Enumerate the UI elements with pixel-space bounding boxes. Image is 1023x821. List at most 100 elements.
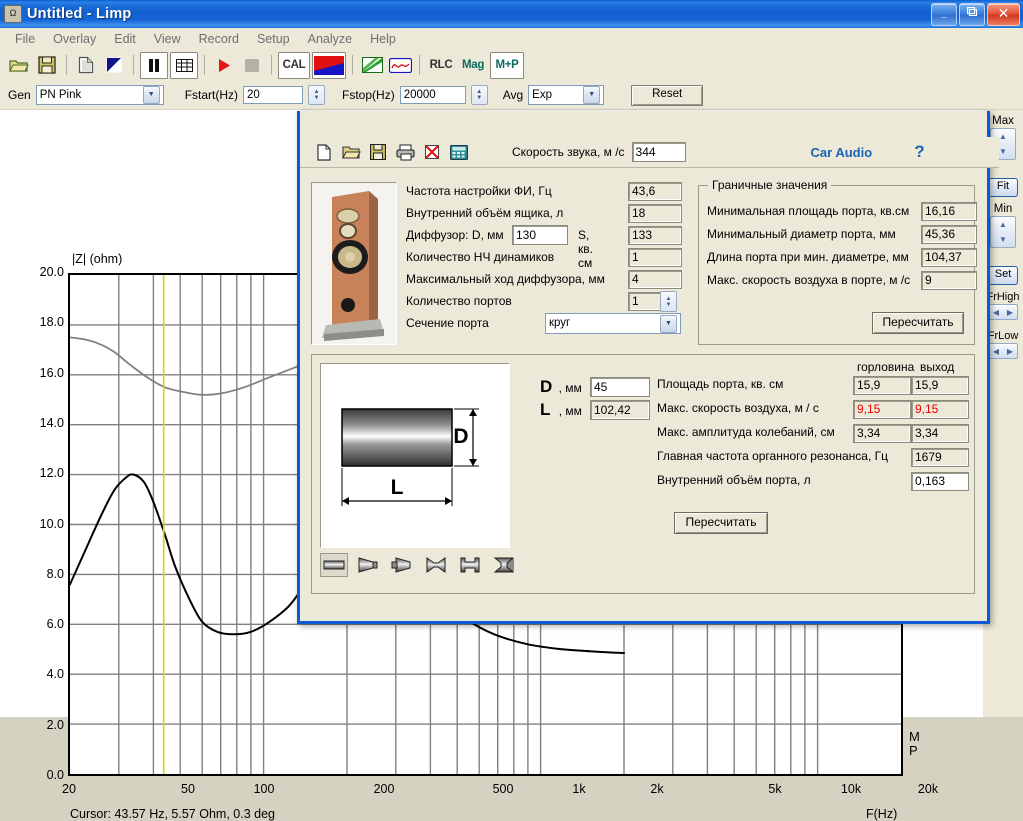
open-folder-icon[interactable]: [339, 141, 363, 163]
box-volume-input[interactable]: 18: [628, 204, 682, 223]
s-area-input[interactable]: 133: [628, 226, 682, 245]
limit-max-air-speed-value[interactable]: 9: [921, 271, 977, 290]
max-excursion-input[interactable]: 4: [628, 270, 682, 289]
mp-button[interactable]: M+P: [490, 51, 524, 79]
red-blue-icon[interactable]: [312, 51, 346, 79]
fit-button[interactable]: Fit: [988, 178, 1018, 197]
mag-button[interactable]: Mag: [458, 53, 488, 78]
l-dimension-label: L: [540, 400, 551, 419]
toolbar-separator: [419, 55, 420, 75]
port-dimension-inputs: D , мм 45 L , мм 102,42: [540, 377, 650, 423]
menu-item-file[interactable]: File: [6, 30, 44, 48]
y-tick: 8.0: [46, 566, 64, 581]
new-file-icon[interactable]: [312, 141, 336, 163]
results-organ-resonance-value: 1679: [911, 448, 969, 467]
x-tick: 10k: [840, 782, 862, 796]
l-dimension-input[interactable]: 102,42: [590, 400, 650, 420]
rlc-button[interactable]: RLC: [426, 53, 456, 78]
fstart-input[interactable]: 20: [243, 86, 304, 104]
table-icon[interactable]: [170, 51, 198, 79]
set-button[interactable]: Set: [988, 266, 1018, 285]
toolbar-separator: [66, 55, 67, 75]
param-label-max-excursion: Максимальный ход диффузора, мм: [406, 272, 605, 286]
x-tick: 2k: [650, 782, 664, 796]
menu-item-setup[interactable]: Setup: [248, 30, 299, 48]
pause-icon[interactable]: [140, 51, 168, 79]
reset-button[interactable]: Reset: [631, 84, 704, 106]
play-icon[interactable]: [211, 53, 237, 78]
results-col-outlet-header: выход: [920, 360, 955, 374]
d-dimension-label: D: [540, 377, 553, 396]
save-icon[interactable]: [34, 53, 60, 78]
results-row-port-volume: Внутренний объём порта, л 0,163: [657, 472, 969, 497]
results-recalculate-button[interactable]: Пересчитать: [674, 512, 768, 534]
print-icon[interactable]: [393, 141, 417, 163]
x-tick: 50: [181, 782, 195, 796]
frlow-stepper[interactable]: ◀ ▶: [988, 343, 1018, 359]
x-tick: 200: [373, 782, 395, 796]
mp-corner-label: M P: [909, 730, 920, 758]
param-label-diffuser-d: Диффузор: D, мм: [406, 228, 504, 242]
limit-port-length-value: 104,37: [921, 248, 977, 267]
y-tick: 16.0: [39, 365, 64, 380]
port-diagram-panel: D L: [320, 363, 510, 548]
stop-icon[interactable]: [239, 53, 265, 78]
diffuser-d-input[interactable]: 130: [512, 225, 568, 245]
limp-window-title: Untitled - Limp: [27, 6, 132, 22]
maximize-button[interactable]: [959, 3, 985, 26]
calculator-icon[interactable]: [447, 141, 471, 163]
avg-value: Exp: [532, 89, 552, 101]
fstop-stepper[interactable]: ▲ ▼: [470, 85, 488, 105]
green-diagonal-icon[interactable]: [359, 53, 385, 78]
x-axis-tick-labels: 20 50 100 200 500 1k 2k 5k 10k 20k: [0, 782, 1023, 800]
limits-recalculate-button[interactable]: Пересчитать: [872, 312, 964, 334]
min-stepper[interactable]: ▲ ▼: [990, 216, 1016, 248]
fstart-stepper[interactable]: ▲ ▼: [308, 85, 326, 105]
menu-item-edit[interactable]: Edit: [105, 30, 145, 48]
waveform-icon[interactable]: [387, 53, 413, 78]
frhigh-stepper[interactable]: ◀ ▶: [988, 304, 1018, 320]
sound-speed-input[interactable]: 344: [631, 142, 686, 162]
menu-item-help[interactable]: Help: [361, 30, 405, 48]
help-icon[interactable]: ?: [914, 142, 924, 162]
menu-item-overlay[interactable]: Overlay: [44, 30, 105, 48]
new-document-icon[interactable]: [73, 53, 99, 78]
shape-cone-left-button[interactable]: [354, 553, 382, 577]
toolbar-separator: [133, 55, 134, 75]
y-tick: 12.0: [39, 466, 64, 481]
shape-double-flare-small-button[interactable]: [422, 553, 450, 577]
results-row-max-amplitude: Макс. амплитуда колебаний, см 3,34 3,34: [657, 424, 969, 449]
shape-flange-both-button[interactable]: [456, 553, 484, 577]
results-port-volume-value[interactable]: 0,163: [911, 472, 969, 491]
shape-straight-tube-button[interactable]: [320, 553, 348, 577]
save-icon[interactable]: [366, 141, 390, 163]
cal-button[interactable]: CAL: [278, 51, 310, 79]
minimize-button[interactable]: _: [931, 3, 957, 26]
menu-item-analyze[interactable]: Analyze: [299, 30, 361, 48]
open-icon[interactable]: [6, 53, 32, 78]
tuning-frequency-input[interactable]: 43,6: [628, 182, 682, 201]
port-section-select[interactable]: круг ▼: [545, 313, 681, 334]
shape-hourglass-button[interactable]: [490, 553, 518, 577]
d-dimension-input[interactable]: 45: [590, 377, 650, 397]
x-tick: 20k: [917, 782, 939, 796]
results-col-throat-header: горловина: [857, 360, 915, 374]
close-button[interactable]: ✕: [987, 3, 1020, 26]
shape-cone-right-button[interactable]: [388, 553, 416, 577]
chevron-down-icon[interactable]: ▼: [583, 86, 601, 104]
chevron-down-icon[interactable]: ▼: [660, 314, 677, 333]
port-count-stepper[interactable]: ▲ ▼: [660, 291, 677, 312]
fstop-input[interactable]: 20000: [399, 86, 466, 104]
gen-select[interactable]: PN Pink ▼: [35, 85, 164, 105]
x-tick: 1k: [572, 782, 586, 796]
triangle-fill-icon[interactable]: [101, 53, 127, 78]
chevron-down-icon[interactable]: ▼: [142, 86, 160, 104]
delete-icon[interactable]: [420, 141, 444, 163]
gen-label: Gen: [8, 88, 31, 102]
driver-count-input[interactable]: 1: [628, 248, 682, 267]
y-tick: 6.0: [46, 617, 64, 632]
menu-item-record[interactable]: Record: [190, 30, 248, 48]
avg-select[interactable]: Exp ▼: [528, 85, 605, 105]
y-tick: 20.0: [39, 265, 64, 279]
menu-item-view[interactable]: View: [145, 30, 190, 48]
